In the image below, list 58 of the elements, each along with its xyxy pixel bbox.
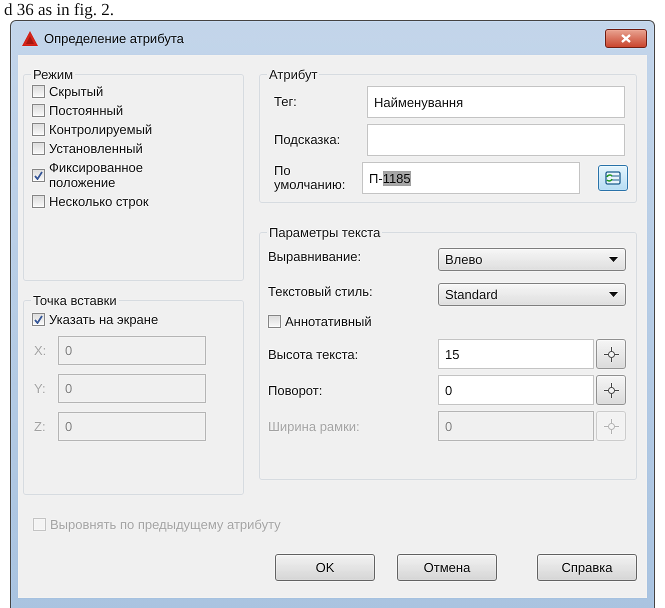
caret-icon (609, 257, 618, 262)
checkbox-label: Скрытый (49, 84, 104, 99)
checkbox[interactable] (32, 142, 45, 155)
checkbox-label: Выровнять по предыдущему атрибуту (50, 517, 281, 532)
field-label: Y: (34, 381, 46, 396)
field-label: Выравнивание: (268, 249, 362, 264)
field-label: Ширина рамки: (268, 418, 361, 434)
checkbox[interactable] (32, 85, 45, 98)
dialog-button[interactable]: Справка (537, 554, 637, 581)
text-field[interactable]: Найменування (367, 86, 625, 118)
pick-point-button[interactable] (596, 339, 626, 369)
checkbox-label: Несколько строк (49, 194, 149, 209)
checkbox-label: Аннотативный (285, 314, 372, 329)
app-logo-icon (22, 30, 38, 46)
group-title: Режим (32, 67, 74, 82)
document-caption: d 36 as in fig. 2. (3, 0, 116, 20)
checkbox[interactable] (268, 315, 281, 328)
checkbox-label: Контролируемый (49, 122, 152, 137)
checkbox[interactable] (32, 123, 45, 136)
field-label: Z: (34, 419, 46, 434)
field-label: По умолчанию: (273, 164, 346, 192)
field-label: Подсказка: (273, 133, 342, 147)
window-title: Определение атрибута (44, 30, 184, 46)
pick-point-button[interactable] (596, 375, 626, 405)
dialog-button[interactable]: OK (275, 554, 375, 581)
text-field[interactable]: П-1185 (362, 162, 580, 194)
checkbox[interactable] (32, 168, 45, 182)
group-title: Точка вставки (32, 293, 118, 308)
caret-icon (609, 292, 618, 297)
field-label: X: (34, 343, 46, 358)
text-field[interactable]: 15 (438, 339, 594, 369)
group-title: Атрибут (268, 67, 318, 82)
checkmark-icon (34, 170, 43, 180)
field-icon (605, 171, 621, 185)
checkbox-label: Установленный (49, 141, 143, 156)
checkbox-label: Фиксированное положение (49, 160, 144, 190)
crosshair-icon (604, 346, 618, 362)
text-field[interactable]: 0 (438, 375, 594, 405)
checkbox[interactable] (32, 195, 45, 208)
checkmark-icon (34, 315, 43, 324)
close-icon (621, 34, 631, 42)
checkbox[interactable] (32, 313, 45, 326)
field-label: Тег: (273, 95, 298, 109)
crosshair-icon (604, 418, 618, 434)
field-label: Высота текста: (268, 346, 360, 362)
dropdown[interactable]: Влево (438, 248, 626, 271)
checkbox[interactable] (32, 104, 45, 117)
field-label: Поворот: (268, 382, 324, 398)
dropdown[interactable]: Standard (438, 283, 626, 306)
dialog-button[interactable]: Отмена (397, 554, 497, 581)
checkbox-label: Указать на экране (49, 312, 158, 327)
text-field[interactable] (367, 124, 625, 156)
group-title: Параметры текста (268, 225, 382, 240)
field-label: Текстовый стиль: (268, 284, 374, 299)
checkbox-label: Постоянный (49, 103, 124, 118)
insert-field-button[interactable] (598, 165, 628, 191)
close-button[interactable] (605, 28, 647, 48)
crosshair-icon (604, 382, 618, 398)
